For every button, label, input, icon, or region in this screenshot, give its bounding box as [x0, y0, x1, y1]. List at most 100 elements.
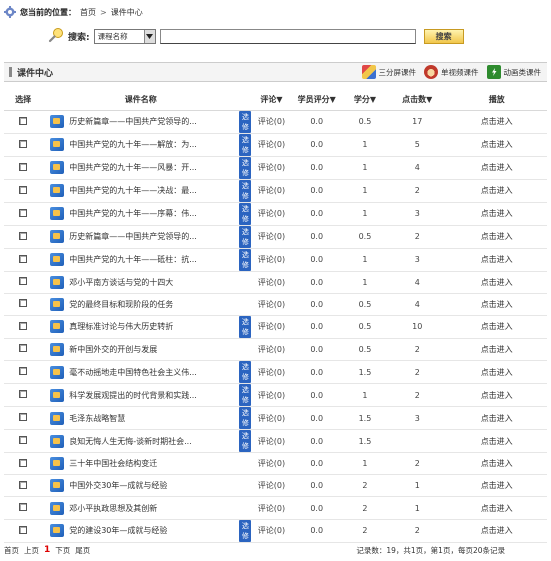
- search-button[interactable]: 搜索: [423, 28, 464, 44]
- enter-link[interactable]: 点击进入: [481, 504, 513, 513]
- row-checkbox[interactable]: [19, 413, 28, 422]
- filter-three-screen[interactable]: 三分屏课件: [361, 65, 416, 79]
- enter-link[interactable]: 点击进入: [481, 459, 513, 468]
- row-comments[interactable]: 评论(0): [251, 315, 292, 339]
- row-comments[interactable]: 评论(0): [251, 360, 292, 385]
- row-comments[interactable]: 评论(0): [251, 133, 292, 157]
- row-comments[interactable]: 评论(0): [251, 474, 292, 498]
- row-checkbox[interactable]: [19, 231, 28, 240]
- course-name-link[interactable]: 中国共产党的九十年——风暴：开...: [69, 162, 197, 173]
- enter-link[interactable]: 点击进入: [481, 481, 513, 490]
- enter-link[interactable]: 点击进入: [481, 345, 513, 354]
- course-name-link[interactable]: 三十年中国社会结构变迁: [69, 458, 157, 469]
- elective-tag[interactable]: 选修: [239, 133, 252, 156]
- row-checkbox[interactable]: [19, 185, 28, 194]
- enter-link[interactable]: 点击进入: [481, 163, 513, 172]
- search-field-select[interactable]: 课程名称: [93, 28, 156, 44]
- elective-tag[interactable]: 选修: [239, 110, 252, 133]
- next-page-link[interactable]: 下页: [55, 545, 70, 556]
- enter-link[interactable]: 点击进入: [481, 278, 513, 287]
- course-name-link[interactable]: 毛泽东战略智慧: [69, 413, 125, 424]
- course-name-link[interactable]: 中国外交30年—成就与经验: [69, 480, 167, 491]
- course-name-link[interactable]: 党的最终目标和现阶段的任务: [69, 299, 173, 310]
- prev-page-link[interactable]: 上页: [24, 545, 39, 556]
- row-checkbox[interactable]: [19, 367, 28, 376]
- row-checkbox[interactable]: [19, 390, 28, 399]
- row-comments[interactable]: 评论(0): [251, 519, 292, 543]
- first-page-link[interactable]: 首页: [4, 545, 19, 556]
- elective-tag[interactable]: 选修: [239, 361, 252, 384]
- course-name-link[interactable]: 历史新篇章——中国共产党领导的...: [69, 231, 197, 242]
- course-name-link[interactable]: 真理标准讨论与伟大历史转折: [69, 321, 173, 332]
- row-checkbox[interactable]: [19, 458, 28, 467]
- enter-link[interactable]: 点击进入: [481, 414, 513, 423]
- elective-tag[interactable]: 选修: [239, 519, 252, 542]
- course-name-link[interactable]: 新中国外交的开创与发展: [69, 344, 157, 355]
- filter-flash[interactable]: 动画类课件: [486, 65, 541, 79]
- breadcrumb-home-link[interactable]: 首页: [80, 7, 96, 18]
- elective-tag[interactable]: 选修: [239, 430, 252, 453]
- course-name-link[interactable]: 邓小平执政思想及其创新: [69, 503, 157, 514]
- row-checkbox[interactable]: [19, 503, 28, 512]
- row-comments[interactable]: 评论(0): [251, 338, 292, 362]
- enter-link[interactable]: 点击进入: [481, 322, 513, 331]
- row-comments[interactable]: 评论(0): [251, 202, 292, 226]
- col-comments-sort[interactable]: 评论▼: [251, 90, 292, 111]
- row-comments[interactable]: 评论(0): [251, 271, 292, 294]
- course-name-link[interactable]: 毫不动摇地走中国特色社会主义伟...: [69, 367, 197, 378]
- row-checkbox[interactable]: [19, 139, 28, 148]
- enter-link[interactable]: 点击进入: [481, 300, 513, 309]
- row-checkbox[interactable]: [19, 480, 28, 489]
- course-name-link[interactable]: 历史新篇章——中国共产党领导的...: [69, 116, 197, 127]
- elective-tag[interactable]: 选修: [239, 156, 252, 179]
- elective-tag[interactable]: 选修: [239, 384, 252, 407]
- row-checkbox[interactable]: [19, 254, 28, 263]
- elective-tag[interactable]: 选修: [239, 225, 252, 248]
- course-name-link[interactable]: 中国共产党的九十年——砥柱：抗...: [69, 254, 197, 265]
- last-page-link[interactable]: 尾页: [75, 545, 90, 556]
- course-name-link[interactable]: 中国共产党的九十年——解放：为...: [69, 139, 197, 150]
- elective-tag[interactable]: 选修: [239, 248, 252, 271]
- row-comments[interactable]: 评论(0): [251, 429, 292, 454]
- row-checkbox[interactable]: [19, 162, 28, 171]
- enter-link[interactable]: 点击进入: [481, 186, 513, 195]
- enter-link[interactable]: 点击进入: [481, 391, 513, 400]
- elective-tag[interactable]: 选修: [239, 202, 252, 225]
- row-comments[interactable]: 评论(0): [251, 110, 292, 134]
- course-name-link[interactable]: 邓小平南方谈话与党的十四大: [69, 277, 173, 288]
- row-comments[interactable]: 评论(0): [251, 496, 292, 520]
- enter-link[interactable]: 点击进入: [481, 232, 513, 241]
- enter-link[interactable]: 点击进入: [481, 140, 513, 149]
- elective-tag[interactable]: 选修: [239, 407, 252, 430]
- row-checkbox[interactable]: [19, 208, 28, 217]
- enter-link[interactable]: 点击进入: [481, 117, 513, 126]
- row-checkbox[interactable]: [19, 116, 28, 125]
- course-name-link[interactable]: 科学发展观提出的时代背景和实践...: [69, 390, 197, 401]
- enter-link[interactable]: 点击进入: [481, 526, 513, 535]
- search-input[interactable]: [159, 28, 416, 44]
- row-checkbox[interactable]: [19, 344, 28, 353]
- enter-link[interactable]: 点击进入: [481, 368, 513, 377]
- row-comments[interactable]: 评论(0): [251, 156, 292, 180]
- enter-link[interactable]: 点击进入: [481, 255, 513, 264]
- row-comments[interactable]: 评论(0): [251, 293, 292, 316]
- course-name-link[interactable]: 中国共产党的九十年——序幕：伟...: [69, 208, 197, 219]
- course-name-link[interactable]: 党的建设30年—成就与经验: [69, 525, 167, 536]
- row-checkbox[interactable]: [19, 525, 28, 534]
- row-comments[interactable]: 评论(0): [251, 452, 292, 476]
- row-checkbox[interactable]: [19, 299, 28, 308]
- enter-link[interactable]: 点击进入: [481, 437, 513, 446]
- course-name-link[interactable]: 良知无悔人生无悔-谈新时期社会...: [69, 436, 192, 447]
- col-clicks-sort[interactable]: 点击数▼: [388, 90, 447, 111]
- row-comments[interactable]: 评论(0): [251, 383, 292, 408]
- row-comments[interactable]: 评论(0): [251, 225, 292, 249]
- chevron-down-icon[interactable]: [143, 29, 155, 43]
- elective-tag[interactable]: 选修: [239, 315, 252, 338]
- filter-video[interactable]: 单视频课件: [424, 65, 479, 79]
- enter-link[interactable]: 点击进入: [481, 209, 513, 218]
- elective-tag[interactable]: 选修: [239, 179, 252, 202]
- course-name-link[interactable]: 中国共产党的九十年——决战：最...: [69, 185, 197, 196]
- col-credit-sort[interactable]: 学分▼: [341, 90, 389, 111]
- row-comments[interactable]: 评论(0): [251, 406, 292, 431]
- row-checkbox[interactable]: [19, 277, 28, 286]
